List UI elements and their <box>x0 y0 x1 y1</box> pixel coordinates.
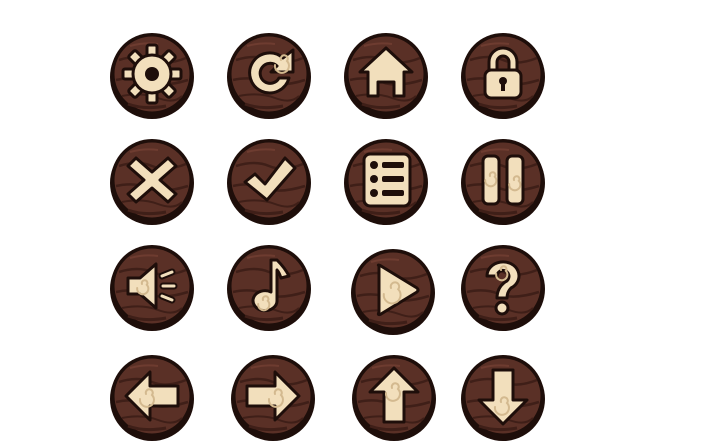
menu-list-icon <box>362 152 412 208</box>
icon-button-grid <box>0 0 706 447</box>
home-button[interactable] <box>342 30 430 119</box>
gear-icon <box>121 43 183 105</box>
confirm-button[interactable] <box>225 136 313 225</box>
arrow-up-button[interactable] <box>350 352 438 441</box>
arrow-left-button[interactable] <box>108 352 196 441</box>
help-button[interactable] <box>459 242 547 331</box>
arrow-right-button[interactable] <box>229 352 317 441</box>
pause-button[interactable] <box>459 136 547 225</box>
music-button[interactable] <box>225 242 313 331</box>
settings-button[interactable] <box>108 30 196 119</box>
arrow-down-button[interactable] <box>459 352 547 441</box>
sound-button[interactable] <box>108 242 196 331</box>
play-button[interactable] <box>349 246 437 335</box>
close-button[interactable] <box>108 136 196 225</box>
restart-button[interactable] <box>225 30 313 119</box>
lock-button[interactable] <box>459 30 547 119</box>
menu-button[interactable] <box>342 136 430 225</box>
